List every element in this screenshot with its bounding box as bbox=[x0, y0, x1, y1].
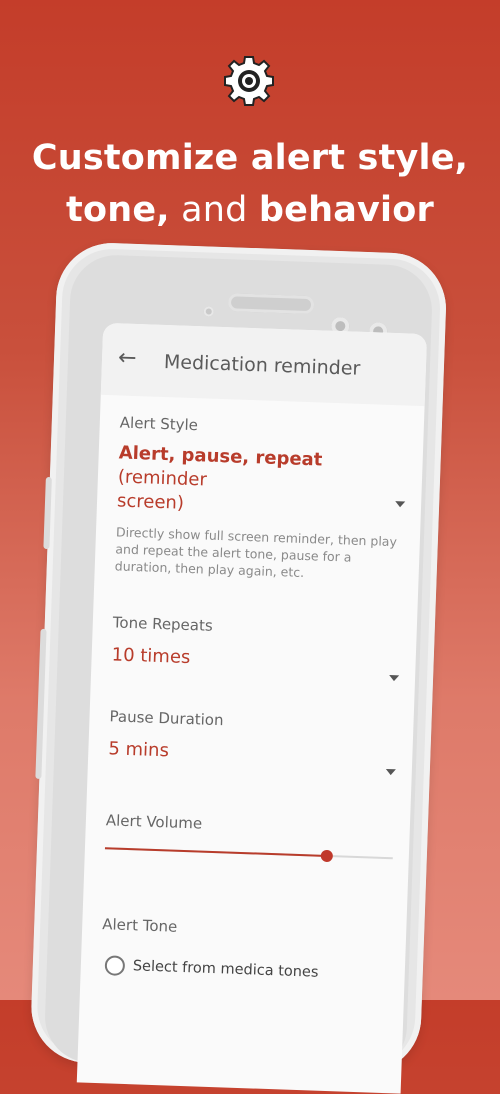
settings-list: Alert Style Alert, pause, repeat (remind… bbox=[77, 395, 425, 1094]
phone-sensor bbox=[203, 306, 214, 317]
alert-style-value-main: Alert, pause, repeat bbox=[118, 442, 323, 471]
phone-bezel: ← Medication reminder Alert Style Alert,… bbox=[43, 253, 434, 1094]
headline: Customize alert style, tone, and behavio… bbox=[0, 132, 500, 236]
tone-repeats-value: 10 times bbox=[111, 644, 191, 669]
radio-button[interactable] bbox=[104, 955, 126, 976]
alert-style-value-suffix: (reminder bbox=[117, 466, 208, 491]
alert-tone-option-label: Select from medica tones bbox=[132, 958, 319, 981]
headline-line1: Customize alert style, bbox=[31, 138, 469, 178]
phone-speaker bbox=[227, 293, 315, 315]
pause-duration-value: 5 mins bbox=[108, 738, 170, 762]
alert-style-setting[interactable]: Alert Style Alert, pause, repeat (remind… bbox=[115, 413, 424, 584]
headline-and: and bbox=[181, 190, 248, 230]
alert-style-description: Directly show full screen reminder, then… bbox=[114, 524, 398, 580]
alert-style-label: Alert Style bbox=[119, 413, 199, 435]
alert-tone-option[interactable]: Select from medica tones bbox=[100, 955, 405, 990]
tone-repeats-label: Tone Repeats bbox=[112, 613, 214, 635]
alert-volume-label: Alert Volume bbox=[105, 811, 203, 833]
alert-tone-setting: Alert Tone Select from medica tones bbox=[100, 915, 407, 1006]
caret-down-icon bbox=[388, 675, 400, 682]
phone-side-button-bottom bbox=[35, 628, 47, 779]
alert-tone-label: Alert Tone bbox=[101, 915, 178, 936]
app-bar: ← Medication reminder bbox=[100, 322, 428, 407]
gear-icon bbox=[224, 56, 274, 106]
caret-down-icon bbox=[385, 768, 396, 776]
volume-slider-thumb[interactable] bbox=[320, 849, 333, 863]
pause-duration-setting[interactable]: Pause Duration 5 mins bbox=[107, 707, 413, 788]
headline-behavior: behavior bbox=[258, 190, 434, 230]
caret-down-icon bbox=[395, 501, 406, 508]
alert-style-value: Alert, pause, repeat (reminder screen) bbox=[117, 441, 423, 524]
headline-tone: tone, bbox=[66, 190, 170, 230]
pause-duration-label: Pause Duration bbox=[109, 707, 224, 730]
alert-style-value-suffix2: screen) bbox=[116, 490, 185, 514]
phone-side-button-top bbox=[43, 476, 52, 550]
arrow-left-icon[interactable]: ← bbox=[118, 345, 137, 371]
phone-frame: ← Medication reminder Alert Style Alert,… bbox=[29, 241, 448, 1094]
tone-repeats-setting[interactable]: Tone Repeats 10 times bbox=[111, 613, 417, 694]
alert-volume-setting: Alert Volume bbox=[104, 811, 410, 882]
app-screen: ← Medication reminder Alert Style Alert,… bbox=[76, 322, 428, 1094]
page-title: Medication reminder bbox=[163, 350, 361, 380]
